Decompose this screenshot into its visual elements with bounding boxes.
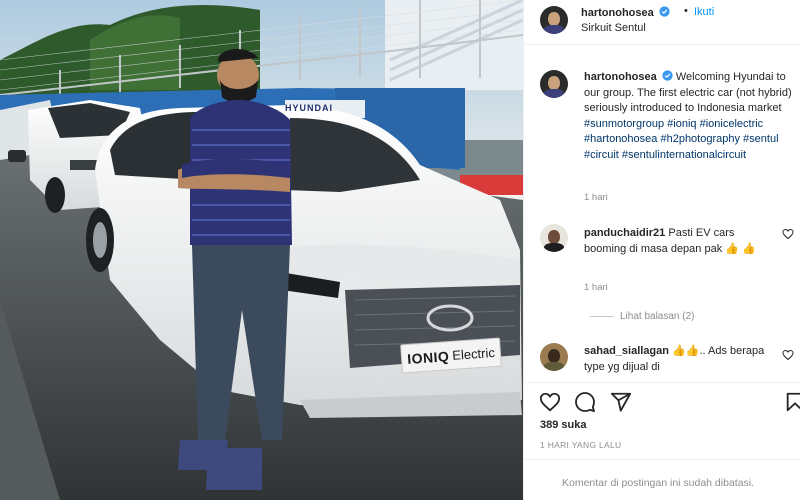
plate-brand: IONIQ — [406, 347, 450, 367]
comment-like-heart-icon[interactable] — [782, 228, 794, 240]
post-header: hartonohosea • Ikuti Sirkuit Sentul — [524, 0, 800, 45]
comment-bubble-icon[interactable] — [574, 391, 596, 413]
comment-timestamp[interactable]: 1 hari — [584, 282, 608, 293]
hashtag[interactable]: #sentulinternationalcircuit — [622, 149, 746, 161]
post-caption: hartonohosea Welcoming Hyundai to our gr… — [584, 70, 792, 163]
post-date[interactable]: 1 HARI YANG LALU — [540, 440, 622, 450]
view-replies-button[interactable]: Lihat balasan (2) — [620, 311, 695, 322]
comments-list[interactable]: hartonohosea Welcoming Hyundai to our gr… — [524, 46, 800, 382]
hashtag[interactable]: #ionicelectric — [700, 118, 764, 130]
header-separator: • — [684, 5, 688, 17]
follow-button[interactable]: Ikuti — [694, 6, 714, 18]
hashtag[interactable]: #ioniq — [667, 118, 696, 130]
post-location[interactable]: Sirkuit Sentul — [581, 22, 646, 34]
heart-icon[interactable] — [539, 391, 561, 413]
photo-scene — [0, 0, 523, 500]
hashtag[interactable]: #circuit — [584, 149, 619, 161]
caption-timestamp[interactable]: 1 hari — [584, 192, 608, 203]
photo-banner-text: HYUNDAI — [285, 103, 334, 113]
bookmark-icon[interactable] — [784, 391, 800, 413]
replies-divider — [590, 316, 614, 317]
paper-plane-icon[interactable] — [610, 391, 632, 413]
comment-input-area: Komentar di postingan ini sudah dibatasi… — [524, 459, 800, 500]
post-side-panel: hartonohosea • Ikuti Sirkuit Sentul hart… — [523, 0, 800, 500]
hashtag[interactable]: #hartonohosea — [584, 133, 657, 145]
hashtag[interactable]: #sentul — [743, 133, 778, 145]
comment-username[interactable]: sahad_siallagan — [584, 345, 669, 357]
comments-disabled-notice: Komentar di postingan ini sudah dibatasi… — [562, 477, 755, 489]
verified-badge-icon — [662, 70, 673, 81]
author-username[interactable]: hartonohosea — [581, 6, 670, 19]
comment-like-heart-icon[interactable] — [782, 349, 794, 361]
caption-username[interactable]: hartonohosea — [584, 71, 657, 83]
hashtag[interactable]: #h2photography — [660, 133, 740, 145]
author-avatar[interactable] — [540, 6, 568, 34]
comment-body: panduchaidir21 Pasti EV cars booming di … — [584, 226, 770, 257]
verified-badge-icon — [659, 6, 670, 17]
comment-body: sahad_siallagan 👍👍.. Ads berapa type yg … — [584, 344, 770, 375]
caption-avatar[interactable] — [540, 70, 568, 98]
comment-username[interactable]: panduchaidir21 — [584, 227, 665, 239]
comment-avatar[interactable] — [540, 224, 568, 252]
author-username-text[interactable]: hartonohosea — [581, 7, 654, 19]
hashtag[interactable]: #sunmotorgroup — [584, 118, 664, 130]
like-count[interactable]: 389 suka — [540, 419, 586, 431]
plate-model: Electric — [451, 344, 496, 363]
post-photo[interactable]: HYUNDAI IONIQ Electric — [0, 0, 523, 500]
comment-avatar[interactable] — [540, 343, 568, 371]
action-bar — [524, 382, 800, 422]
